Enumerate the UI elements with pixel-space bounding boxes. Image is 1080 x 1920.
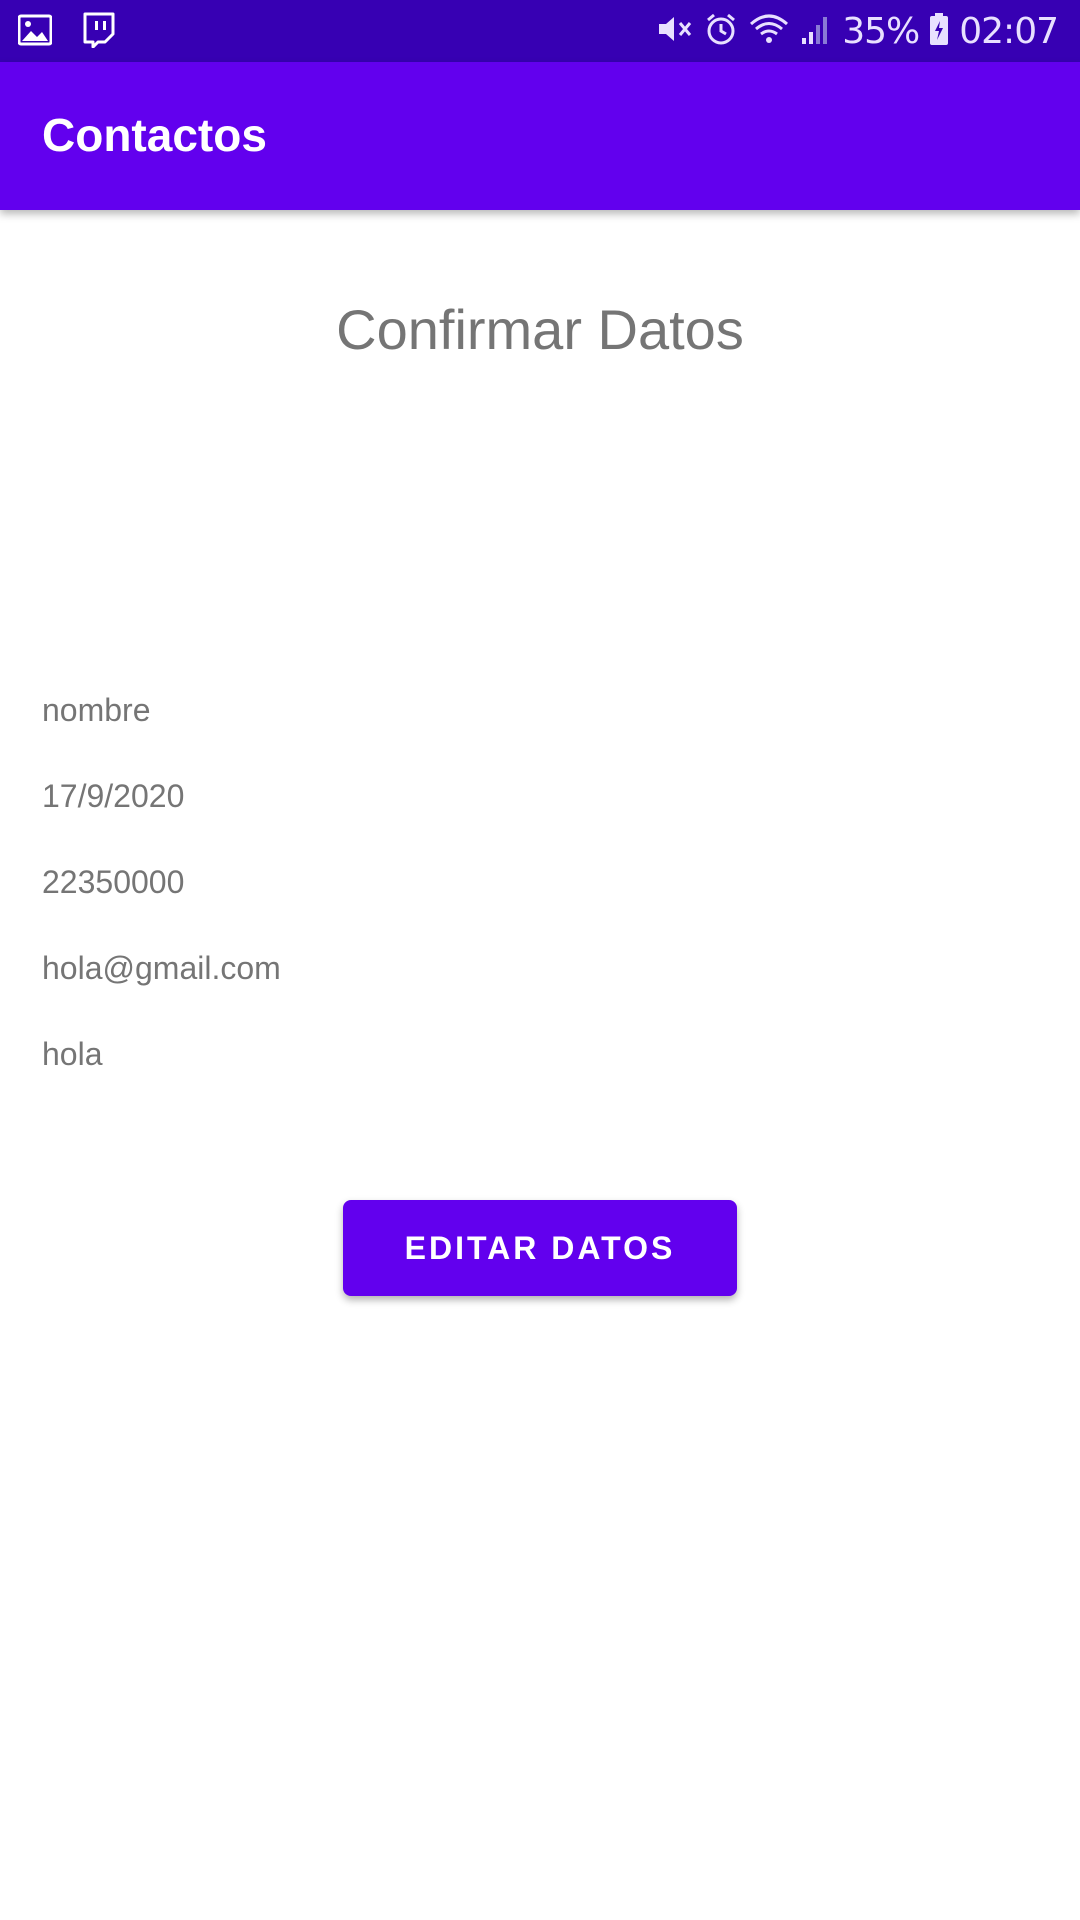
field-email: hola@gmail.com bbox=[42, 950, 281, 986]
mute-icon bbox=[656, 12, 694, 51]
page-heading: Confirmar Datos bbox=[336, 298, 744, 361]
field-telefono: 22350000 bbox=[42, 864, 185, 900]
edit-data-button[interactable]: EDITAR DATOS bbox=[343, 1200, 737, 1296]
status-time: 02:07 bbox=[959, 10, 1059, 52]
battery-percent: 35% bbox=[842, 10, 920, 52]
status-bar-left bbox=[17, 12, 116, 53]
signal-icon bbox=[800, 12, 832, 51]
image-icon bbox=[17, 13, 53, 52]
status-bar-right: 35% 02:07 bbox=[656, 0, 1059, 62]
wifi-icon bbox=[748, 12, 790, 51]
status-bar: 35% 02:07 bbox=[0, 0, 1080, 62]
field-descripcion: hola bbox=[42, 1036, 103, 1072]
app-title: Contactos bbox=[42, 109, 267, 161]
alarm-icon bbox=[704, 12, 738, 51]
field-fecha: 17/9/2020 bbox=[42, 778, 185, 814]
twitch-icon bbox=[82, 12, 116, 53]
battery-icon bbox=[929, 12, 949, 51]
field-nombre: nombre bbox=[42, 692, 151, 728]
app-bar: Contactos bbox=[0, 62, 1080, 210]
